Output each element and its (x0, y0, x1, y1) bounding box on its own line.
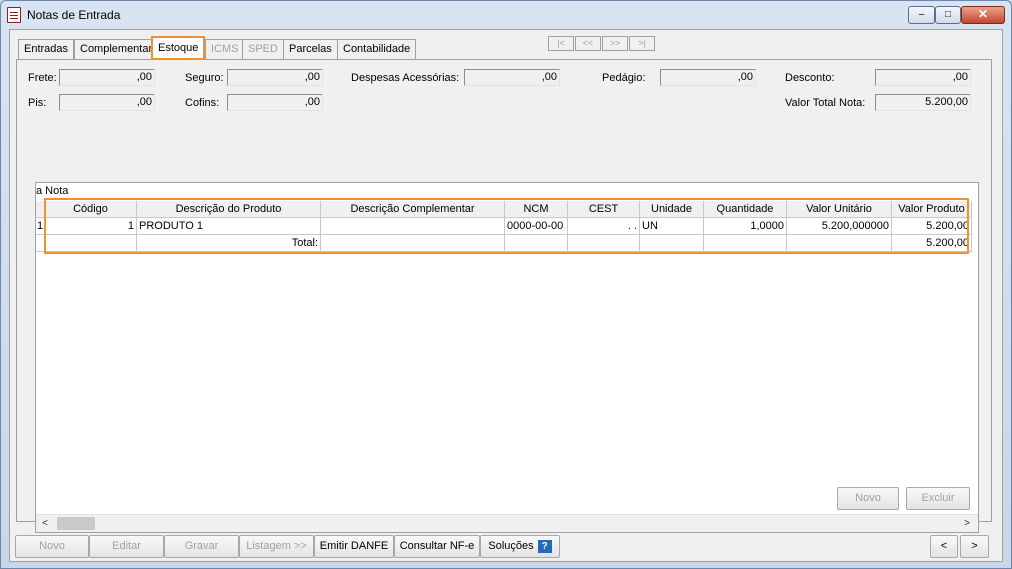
total-cell-complementar (321, 235, 505, 252)
tab-sped: SPED (242, 39, 284, 59)
col-header-quantidade[interactable]: Quantidade (704, 201, 787, 218)
cofins-field[interactable]: ,00 (227, 94, 323, 111)
cell-codigo[interactable]: 1 (45, 218, 137, 235)
items-grid[interactable]: a Nota Código Descrição do Produto Descr… (35, 182, 979, 533)
despesas-field[interactable]: ,00 (464, 69, 560, 86)
total-cell-unidade (640, 235, 704, 252)
solucoes-label: Soluções (488, 540, 534, 552)
scroll-thumb[interactable] (57, 517, 95, 530)
cell-ncm[interactable]: 0000-00-00 (505, 218, 568, 235)
desconto-label: Desconto: (785, 72, 835, 84)
total-label: Total: (137, 235, 321, 252)
grid-novo-button[interactable]: Novo (837, 487, 899, 510)
scroll-right-icon[interactable]: > (958, 515, 976, 532)
tab-estoque[interactable]: Estoque (151, 36, 206, 60)
col-header-cest[interactable]: CEST (568, 201, 640, 218)
total-value: 5.200,00 (892, 235, 972, 252)
pedagio-field[interactable]: ,00 (660, 69, 756, 86)
client-area: Entradas Complementar Estoque ICMS SPED … (9, 29, 1003, 562)
row-indicator-header (36, 201, 45, 218)
last-record-button[interactable]: >| (629, 36, 655, 51)
tab-parcelas[interactable]: Parcelas (283, 39, 338, 59)
help-icon: ? (537, 539, 552, 553)
listagem-button[interactable]: Listagem >> (239, 535, 314, 558)
total-cell-valor-unitario (787, 235, 892, 252)
consultar-nfe-button[interactable]: Consultar NF-e (394, 535, 480, 558)
first-record-button[interactable]: |< (548, 36, 574, 51)
total-cell-codigo (45, 235, 137, 252)
cell-descricao[interactable]: PRODUTO 1 (137, 218, 321, 235)
total-row-indicator (36, 235, 45, 252)
valor-total-field[interactable]: 5.200,00 (875, 94, 971, 111)
frete-field[interactable]: ,00 (59, 69, 155, 86)
seguro-field[interactable]: ,00 (227, 69, 323, 86)
total-cell-cest (568, 235, 640, 252)
emitir-danfe-button[interactable]: Emitir DANFE (314, 535, 394, 558)
next-page-button[interactable]: > (960, 535, 989, 558)
seguro-label: Seguro: (185, 72, 224, 84)
horizontal-scrollbar[interactable]: < > (36, 514, 978, 532)
window-title: Notas de Entrada (27, 8, 121, 22)
desconto-field[interactable]: ,00 (875, 69, 971, 86)
col-header-valor-produto[interactable]: Valor Produto (892, 201, 972, 218)
row-number: 1 (36, 218, 45, 235)
next-record-button[interactable]: >> (602, 36, 628, 51)
total-cell-quantidade (704, 235, 787, 252)
col-header-unidade[interactable]: Unidade (640, 201, 704, 218)
title-bar: Notas de Entrada – □ ✕ (1, 1, 1011, 29)
cell-valor-produto[interactable]: 5.200,00 (892, 218, 972, 235)
cell-unidade[interactable]: UN (640, 218, 704, 235)
tab-icms: ICMS (205, 39, 245, 59)
solucoes-button[interactable]: Soluções? (480, 535, 560, 558)
total-cell-ncm (505, 235, 568, 252)
cell-valor-unitario[interactable]: 5.200,000000 (787, 218, 892, 235)
cell-quantidade[interactable]: 1,0000 (704, 218, 787, 235)
cell-cest[interactable]: . . (568, 218, 640, 235)
editar-button[interactable]: Editar (89, 535, 164, 558)
cofins-label: Cofins: (185, 97, 220, 109)
pis-field[interactable]: ,00 (59, 94, 155, 111)
pedagio-label: Pedágio: (602, 72, 646, 84)
tab-complementar[interactable]: Complementar (74, 39, 159, 59)
gravar-button[interactable]: Gravar (164, 535, 239, 558)
estoque-panel: Frete: ,00 Seguro: ,00 Despesas Acessóri… (16, 59, 992, 533)
maximize-button[interactable]: □ (935, 6, 961, 24)
document-icon (7, 7, 21, 23)
grid-excluir-button[interactable]: Excluir (906, 487, 970, 510)
frete-label: Frete: (28, 72, 57, 84)
despesas-label: Despesas Acessórias: (351, 72, 460, 84)
col-header-descricao[interactable]: Descrição do Produto (137, 201, 321, 218)
col-header-valor-unitario[interactable]: Valor Unitário (787, 201, 892, 218)
tab-contabilidade[interactable]: Contabilidade (337, 39, 417, 59)
prev-record-button[interactable]: << (575, 36, 601, 51)
novo-button[interactable]: Novo (15, 535, 89, 558)
col-header-complementar[interactable]: Descrição Complementar (321, 201, 505, 218)
scroll-left-icon[interactable]: < (36, 515, 54, 532)
minimize-button[interactable]: – (908, 6, 935, 24)
pis-label: Pis: (28, 97, 47, 109)
grid-caption: a Nota (36, 185, 69, 197)
tab-entradas[interactable]: Entradas (18, 39, 75, 59)
cell-complementar[interactable] (321, 218, 505, 235)
col-header-codigo[interactable]: Código (45, 201, 137, 218)
close-button[interactable]: ✕ (961, 6, 1005, 24)
main-window: Notas de Entrada – □ ✕ Entradas Compleme… (0, 0, 1012, 569)
prev-page-button[interactable]: < (930, 535, 958, 558)
col-header-ncm[interactable]: NCM (505, 201, 568, 218)
valor-total-label: Valor Total Nota: (785, 97, 866, 109)
